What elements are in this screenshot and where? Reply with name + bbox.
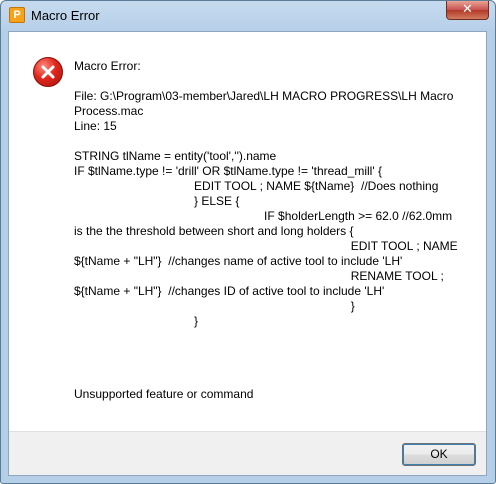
error-message: Macro Error: File: G:\Program\03-member\… [74,59,459,402]
macro-code: STRING tlName = entity('tool','').name I… [74,149,458,328]
close-button[interactable]: ✕ [446,1,489,20]
macro-error-window: P Macro Error ✕ Macro Error: File: G:\Pr… [0,0,496,484]
title-bar[interactable]: P Macro Error ✕ [1,1,495,31]
button-bar: OK [9,431,486,475]
error-heading: Macro Error: [74,59,141,73]
error-icon [33,57,63,87]
app-icon: P [9,7,25,23]
window-title: Macro Error [31,8,100,23]
unsupported-message: Unsupported feature or command [74,387,254,401]
ok-button[interactable]: OK [402,443,476,466]
dialog-client-area: Macro Error: File: G:\Program\03-member\… [8,31,487,476]
line-number: Line: 15 [74,119,117,133]
message-area: Macro Error: File: G:\Program\03-member\… [9,32,486,433]
file-path: File: G:\Program\03-member\Jared\LH MACR… [74,89,457,118]
